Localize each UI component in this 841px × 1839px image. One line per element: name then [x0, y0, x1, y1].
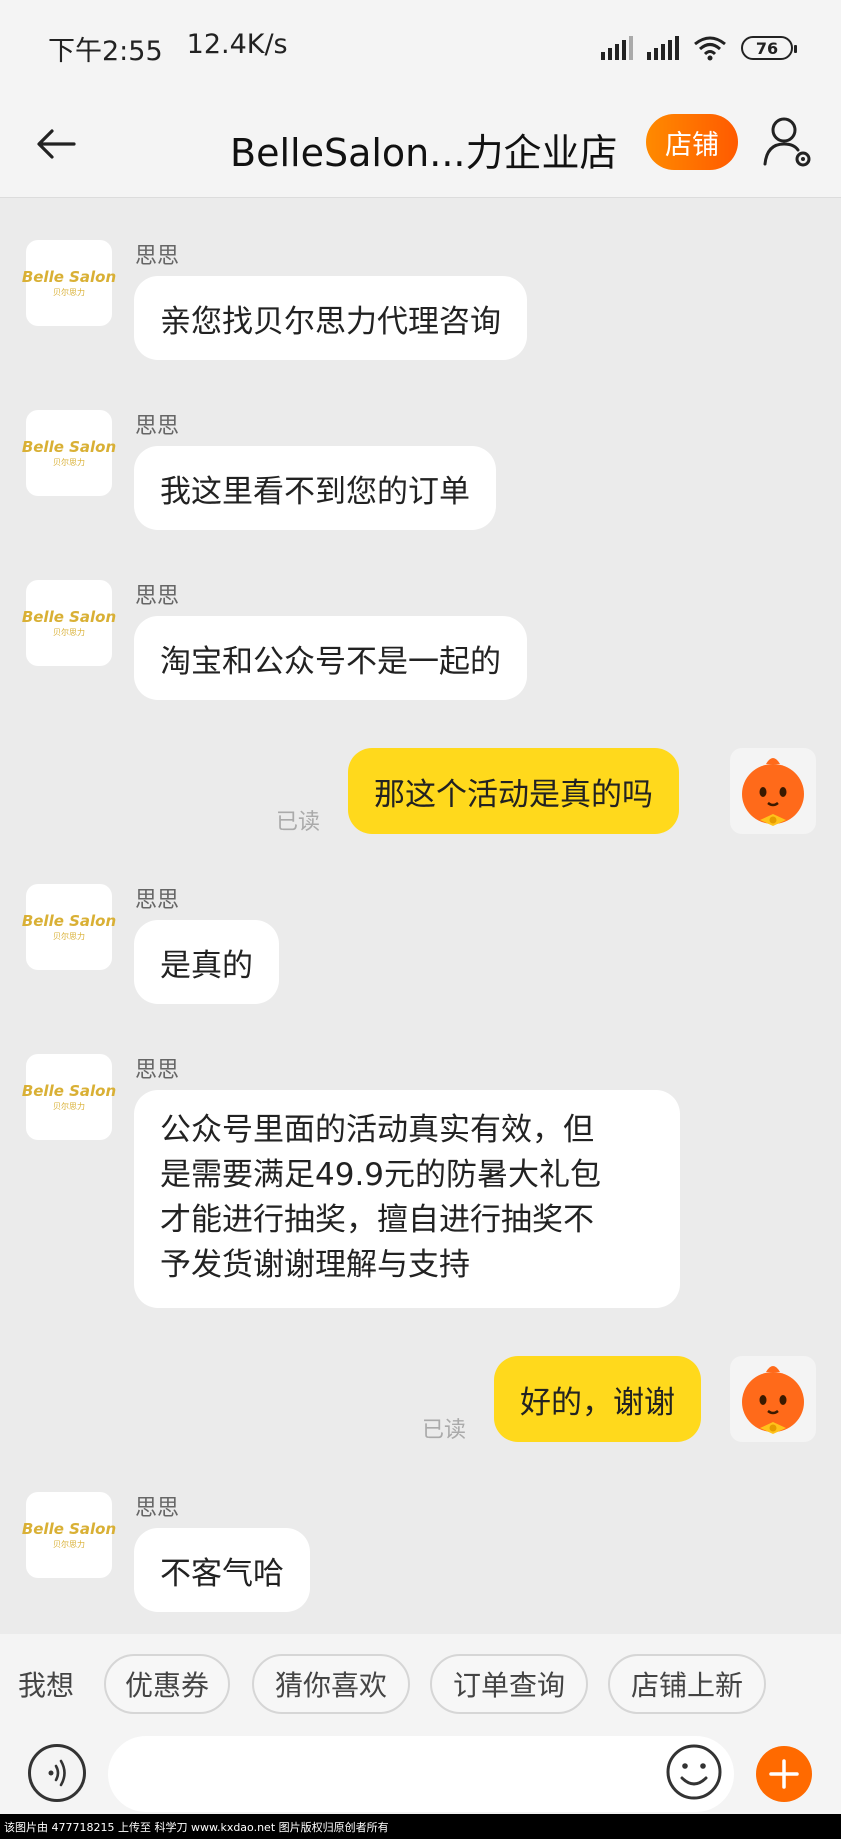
shop-logo-subtext: 贝尔思力	[53, 932, 85, 941]
shop-logo-text: Belle Salon	[21, 1520, 117, 1538]
message-bubble[interactable]: 我这里看不到您的订单	[134, 446, 496, 530]
message-input[interactable]	[108, 1736, 734, 1812]
message-text: 我这里看不到您的订单	[160, 473, 470, 510]
sender-name: 思思	[135, 584, 180, 609]
message-bubble[interactable]: 公众号里面的活动真实有效，但 是需要满足49.9元的防暑大礼包 才能进行抽奖，擅…	[134, 1090, 680, 1308]
my-message-bubble[interactable]: 好的，谢谢	[494, 1356, 701, 1442]
my-avatar[interactable]	[730, 748, 816, 834]
watermark-footer: 该图片由 477718215 上传至 科学刀 www.kxdao.net 图片版…	[0, 1814, 841, 1839]
shop-logo-subtext: 贝尔思力	[53, 1540, 85, 1549]
plus-icon	[769, 1759, 799, 1789]
message-text-line: 是需要满足49.9元的防暑大礼包	[160, 1157, 602, 1193]
input-bar	[0, 1734, 841, 1814]
read-status: 已读	[276, 810, 321, 835]
user-avatar-icon	[742, 758, 804, 826]
back-arrow-icon	[37, 129, 76, 159]
my-message-bubble[interactable]: 那这个活动是真的吗	[348, 748, 679, 834]
user-settings-button[interactable]	[762, 114, 814, 170]
chat-header: BelleSalon...力企业店 店铺	[0, 96, 841, 198]
signal-icon	[647, 36, 679, 60]
quick-reply-bar: 我想 优惠券 猜你喜欢 订单查询 店铺上新	[0, 1634, 841, 1734]
shop-avatar[interactable]: Belle Salon 贝尔思力	[22, 240, 116, 326]
quick-chip-order-query[interactable]: 订单查询	[430, 1654, 588, 1714]
message-bubble[interactable]: 亲您找贝尔思力代理咨询	[134, 276, 527, 360]
message-text: 好的，谢谢	[520, 1384, 675, 1421]
shop-avatar[interactable]: Belle Salon 贝尔思力	[22, 580, 116, 666]
message-bubble[interactable]: 是真的	[134, 920, 279, 1004]
sender-name: 思思	[135, 1058, 180, 1083]
sender-name: 思思	[135, 1496, 180, 1521]
message-text-line: 予发货谢谢理解与支持	[160, 1247, 470, 1283]
message-text: 淘宝和公众号不是一起的	[160, 643, 501, 680]
battery-icon: 76	[741, 36, 797, 60]
shop-avatar[interactable]: Belle Salon 贝尔思力	[22, 410, 116, 496]
user-avatar-icon	[742, 1366, 804, 1434]
shop-button[interactable]: 店铺	[646, 114, 738, 170]
shop-logo-text: Belle Salon	[21, 912, 117, 930]
shop-logo-text: Belle Salon	[21, 1082, 117, 1100]
message-text: 亲您找贝尔思力代理咨询	[160, 303, 501, 340]
shop-logo-subtext: 贝尔思力	[53, 458, 85, 467]
voice-icon	[48, 1759, 66, 1787]
quick-chip-coupon[interactable]: 优惠券	[104, 1654, 230, 1714]
message-bubble[interactable]: 不客气哈	[134, 1528, 310, 1612]
status-net-speed: 12.4K/s	[186, 28, 288, 60]
page-title: BelleSalon...力企业店	[230, 131, 618, 175]
quick-reply-label: 我想	[18, 1669, 75, 1702]
shop-avatar[interactable]: Belle Salon 贝尔思力	[22, 1492, 116, 1578]
shop-logo-subtext: 贝尔思力	[53, 288, 85, 297]
message-text-line: 公众号里面的活动真实有效，但	[160, 1112, 594, 1148]
shop-logo-text: Belle Salon	[21, 608, 117, 626]
voice-button[interactable]	[28, 1744, 86, 1802]
battery-level: 76	[755, 38, 779, 58]
emoji-icon	[666, 1744, 722, 1800]
chat-messages[interactable]: Belle Salon 贝尔思力 思思 亲您找贝尔思力代理咨询 Belle Sa…	[0, 198, 841, 1634]
shop-avatar[interactable]: Belle Salon 贝尔思力	[22, 1054, 116, 1140]
signal-icon	[601, 36, 633, 60]
back-button[interactable]	[30, 118, 82, 170]
more-button[interactable]	[756, 1746, 812, 1802]
shop-logo-text: Belle Salon	[21, 268, 117, 286]
shop-logo-text: Belle Salon	[21, 438, 117, 456]
my-avatar[interactable]	[730, 1356, 816, 1442]
message-text: 不客气哈	[160, 1555, 284, 1592]
shop-logo-subtext: 贝尔思力	[53, 628, 85, 637]
status-time: 下午2:55	[48, 35, 163, 67]
shop-avatar[interactable]: Belle Salon 贝尔思力	[22, 884, 116, 970]
quick-chip-recommend[interactable]: 猜你喜欢	[252, 1654, 410, 1714]
user-settings-icon	[763, 117, 811, 167]
status-bar: 下午2:55 12.4K/s 76	[0, 0, 841, 96]
read-status: 已读	[422, 1418, 467, 1443]
sender-name: 思思	[135, 244, 180, 269]
message-bubble[interactable]: 淘宝和公众号不是一起的	[134, 616, 527, 700]
message-text-line: 才能进行抽奖，擅自进行抽奖不	[160, 1202, 594, 1238]
wifi-icon	[694, 36, 726, 61]
quick-chip-new-arrivals[interactable]: 店铺上新	[608, 1654, 766, 1714]
message-text: 是真的	[160, 947, 253, 984]
emoji-button[interactable]	[664, 1742, 724, 1802]
sender-name: 思思	[135, 888, 180, 913]
sender-name: 思思	[135, 414, 180, 439]
message-text: 那这个活动是真的吗	[374, 776, 653, 813]
shop-logo-subtext: 贝尔思力	[53, 1102, 85, 1111]
